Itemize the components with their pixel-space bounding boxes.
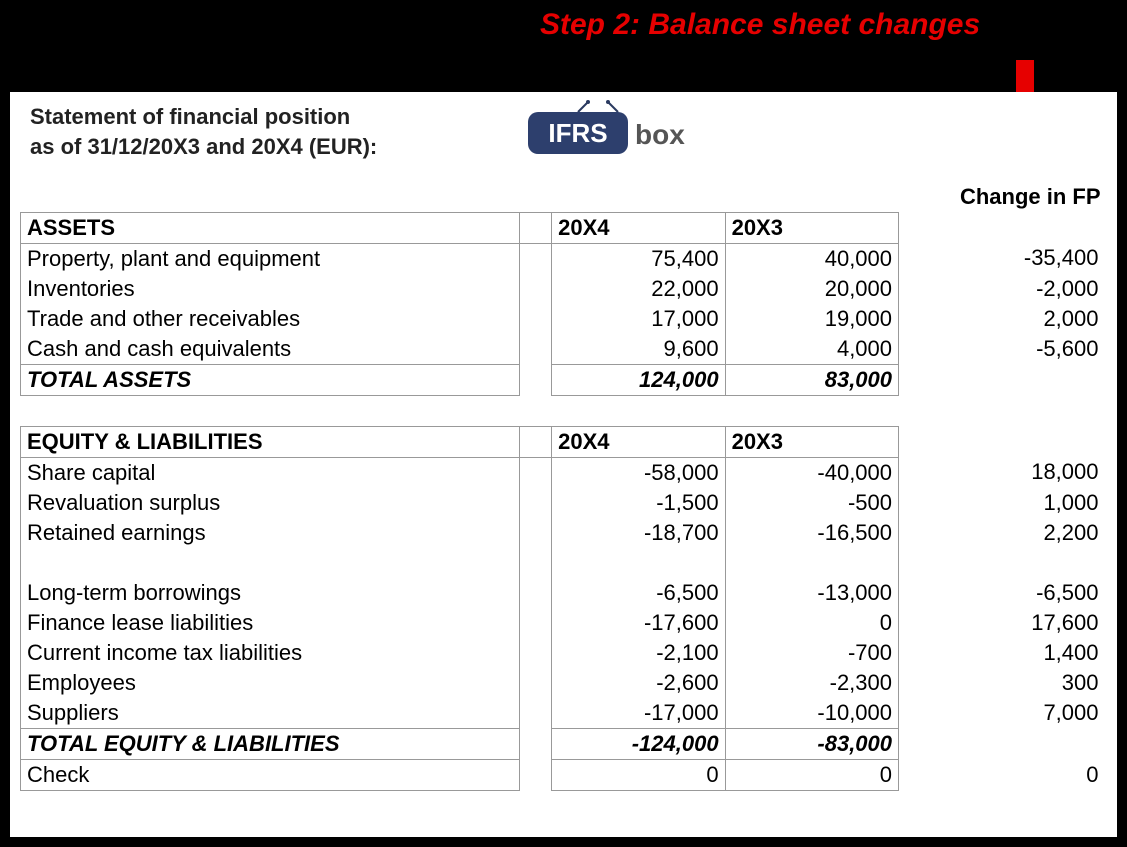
table-row: Cash and cash equivalents 9,600 4,000 -5… [21, 334, 1105, 365]
row-value: 4,000 [725, 334, 898, 365]
row-change: 1,400 [931, 638, 1104, 668]
table-row: Share capital -58,000 -40,000 18,000 [21, 457, 1105, 488]
equity-header: EQUITY & LIABILITIES [21, 426, 520, 457]
row-label: Inventories [21, 274, 520, 304]
row-change: -35,400 [931, 243, 1104, 274]
row-value: 9,600 [552, 334, 725, 365]
check-value: 0 [725, 759, 898, 790]
row-label: Property, plant and equipment [21, 243, 520, 274]
row-value: 0 [725, 608, 898, 638]
logo-text-box: box [635, 119, 685, 150]
row-value: -500 [725, 488, 898, 518]
row-value: -17,000 [552, 698, 725, 729]
row-label: Share capital [21, 457, 520, 488]
table-row: Finance lease liabilities -17,600 0 17,6… [21, 608, 1105, 638]
table-row: Suppliers -17,000 -10,000 7,000 [21, 698, 1105, 729]
total-assets-row: TOTAL ASSETS 124,000 83,000 [21, 364, 1105, 395]
row-value: -6,500 [552, 578, 725, 608]
row-change: -2,000 [931, 274, 1104, 304]
total-value: 83,000 [725, 364, 898, 395]
row-value: 20,000 [725, 274, 898, 304]
row-label: Trade and other receivables [21, 304, 520, 334]
check-label: Check [21, 759, 520, 790]
total-value: 124,000 [552, 364, 725, 395]
total-value: -124,000 [552, 728, 725, 759]
total-value: -83,000 [725, 728, 898, 759]
row-change: 7,000 [931, 698, 1104, 729]
financial-position-table: Change in FP ASSETS 20X4 20X3 Property, … [20, 182, 1105, 791]
check-change: 0 [931, 759, 1104, 790]
row-label: Finance lease liabilities [21, 608, 520, 638]
row-change: 2,200 [931, 518, 1104, 548]
table-row: Trade and other receivables 17,000 19,00… [21, 304, 1105, 334]
row-change: 17,600 [931, 608, 1104, 638]
row-value: 40,000 [725, 243, 898, 274]
row-label: Long-term borrowings [21, 578, 520, 608]
table-row: Revaluation surplus -1,500 -500 1,000 [21, 488, 1105, 518]
row-change: -6,500 [931, 578, 1104, 608]
table-row: Employees -2,600 -2,300 300 [21, 668, 1105, 698]
step-title: Step 2: Balance sheet changes [540, 8, 980, 42]
total-change [931, 728, 1104, 759]
table-row: Current income tax liabilities -2,100 -7… [21, 638, 1105, 668]
row-value: -13,000 [725, 578, 898, 608]
row-value: -18,700 [552, 518, 725, 548]
table-row: Property, plant and equipment 75,400 40,… [21, 243, 1105, 274]
table-row: Retained earnings -18,700 -16,500 2,200 [21, 518, 1105, 548]
ifrsbox-logo-icon: IFRS box [520, 100, 700, 158]
row-change: -5,600 [931, 334, 1104, 365]
col-y1-eq: 20X4 [552, 426, 725, 457]
col-y2-assets: 20X3 [725, 212, 898, 243]
row-change: 300 [931, 668, 1104, 698]
change-column-header: Change in FP [931, 182, 1104, 212]
total-label: TOTAL ASSETS [21, 364, 520, 395]
row-label: Cash and cash equivalents [21, 334, 520, 365]
row-value: 17,000 [552, 304, 725, 334]
row-value: -700 [725, 638, 898, 668]
row-value: -2,300 [725, 668, 898, 698]
logo-text-ifrs: IFRS [548, 118, 607, 148]
row-value: -1,500 [552, 488, 725, 518]
total-equity-liabilities-row: TOTAL EQUITY & LIABILITIES -124,000 -83,… [21, 728, 1105, 759]
table-row: Inventories 22,000 20,000 -2,000 [21, 274, 1105, 304]
row-value: -17,600 [552, 608, 725, 638]
total-label: TOTAL EQUITY & LIABILITIES [21, 728, 520, 759]
row-value: 22,000 [552, 274, 725, 304]
row-value: -2,100 [552, 638, 725, 668]
row-change: 18,000 [931, 457, 1104, 488]
row-change: 1,000 [931, 488, 1104, 518]
row-label: Employees [21, 668, 520, 698]
row-value: -2,600 [552, 668, 725, 698]
row-value: -16,500 [725, 518, 898, 548]
assets-header: ASSETS [21, 212, 520, 243]
row-value: -40,000 [725, 457, 898, 488]
row-value: 19,000 [725, 304, 898, 334]
check-row: Check 0 0 0 [21, 759, 1105, 790]
check-value: 0 [552, 759, 725, 790]
row-label: Retained earnings [21, 518, 520, 548]
spreadsheet-area: Statement of financial position as of 31… [10, 92, 1117, 837]
row-label: Current income tax liabilities [21, 638, 520, 668]
row-value: -10,000 [725, 698, 898, 729]
table-row: Long-term borrowings -6,500 -13,000 -6,5… [21, 578, 1105, 608]
col-y1-assets: 20X4 [552, 212, 725, 243]
row-label: Revaluation surplus [21, 488, 520, 518]
row-value: 75,400 [552, 243, 725, 274]
row-label: Suppliers [21, 698, 520, 729]
col-y2-eq: 20X3 [725, 426, 898, 457]
row-change: 2,000 [931, 304, 1104, 334]
total-change [931, 364, 1104, 395]
row-value: -58,000 [552, 457, 725, 488]
